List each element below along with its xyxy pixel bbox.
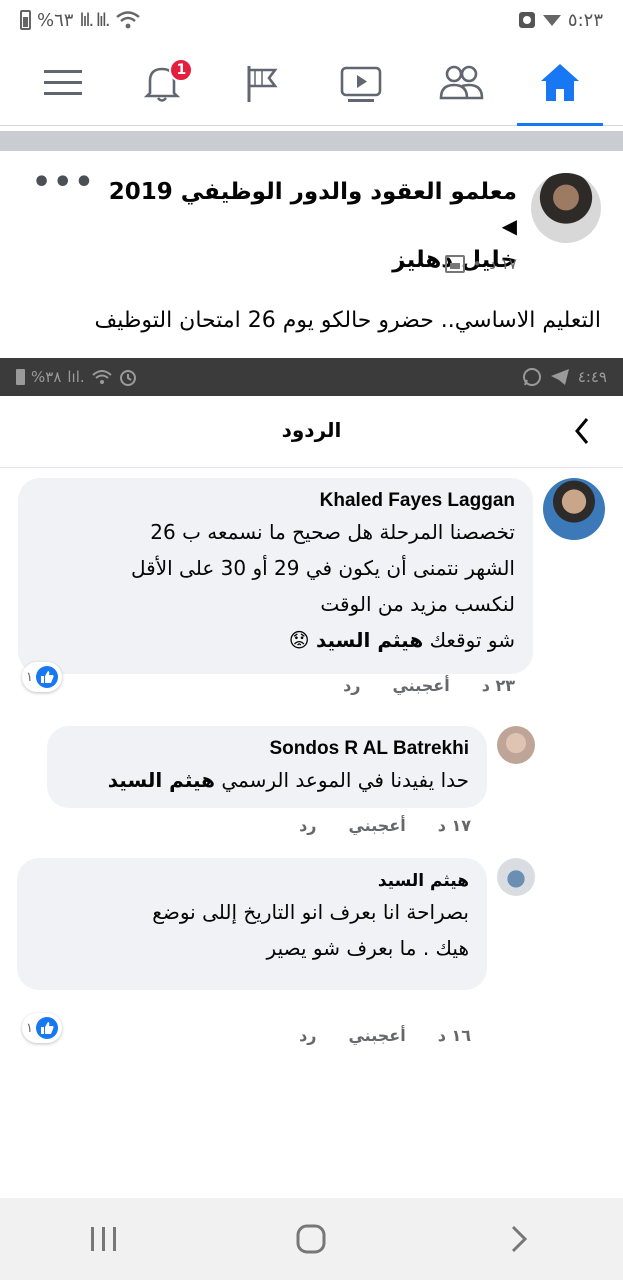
comment-bubble: Khaled Fayes Laggan تخصصنا المرحلة هل صح… [18, 478, 533, 674]
comment-line: لنكسب مزيد من الوقت [320, 592, 515, 616]
back-button[interactable] [569, 416, 599, 446]
commenter-avatar[interactable] [497, 726, 535, 764]
comment-bubble: هيثم السيد بصراحة انا بعرف انو التاريخ إ… [17, 858, 487, 990]
flag-icon [247, 65, 278, 102]
signal-icon: lıl. lıl. [79, 9, 110, 31]
post-meta: ١٧ د • [444, 255, 517, 273]
status-left: %٦٣ lıl. lıl. [20, 10, 141, 31]
embedded-signal-icon: lıl. [67, 368, 85, 386]
comment-actions: ١٧ د أعجبني رد [299, 816, 471, 835]
embedded-wifi-icon [92, 370, 112, 384]
reaction-count[interactable]: ١ [22, 662, 62, 692]
embedded-battery-icon [16, 369, 25, 385]
reaction-count[interactable]: ١ [22, 1013, 62, 1043]
embedded-battery-level: %٣٨ [31, 368, 62, 386]
clock: ٥:٢٣ [567, 9, 603, 31]
post-time[interactable]: ١٧ د [489, 255, 517, 273]
watch-icon [340, 66, 382, 102]
status-bar: %٦٣ lıl. lıl. ٥:٢٣ [0, 0, 623, 40]
comment-author[interactable]: Sondos R AL Batrekhi [65, 736, 469, 762]
menu-tab[interactable] [20, 40, 106, 126]
comment-line: شو توقعك هيثم السيد 😟 [36, 622, 515, 658]
home-tab[interactable] [516, 40, 603, 126]
like-button[interactable]: أعجبني [348, 1026, 405, 1045]
thumbs-up-icon [35, 666, 58, 688]
back-nav-button[interactable] [479, 1209, 559, 1269]
pages-tab[interactable] [219, 40, 305, 126]
watch-tab[interactable] [318, 40, 404, 126]
battery-icon [20, 10, 31, 30]
recent-apps-button[interactable] [64, 1209, 144, 1269]
post-text: التعليم الاساسي.. حضرو حالكو يوم 26 امتح… [94, 308, 601, 333]
whatsapp-icon [522, 368, 541, 386]
reply-button[interactable]: رد [299, 816, 316, 835]
embedded-clock: ٤:٤٩ [577, 368, 607, 386]
comment-line: الشهر نتمنى أن يكون في 29 أو 30 على الأق… [131, 556, 515, 580]
android-navigation-bar [0, 1198, 623, 1280]
status-right: ٥:٢٣ [518, 10, 603, 31]
replies-panel: الردود Khaled Fayes Laggan تخصصنا المرحل… [0, 396, 623, 1198]
thumbs-up-icon [35, 1017, 58, 1039]
battery-level: %٦٣ [37, 9, 74, 31]
reply-button[interactable]: رد [299, 1026, 316, 1045]
commenter-avatar[interactable] [497, 858, 535, 896]
like-button[interactable]: أعجبني [348, 816, 405, 835]
group-name[interactable]: معلمو العقود والدور الوظيفي 2019 [109, 179, 517, 205]
reaction-number: ١ [26, 1020, 33, 1036]
comment-actions: ٢٣ د أعجبني رد [343, 676, 515, 695]
worried-face-emoji: 😟 [288, 628, 310, 652]
comment-actions: ١٦ د أعجبني رد [299, 1026, 471, 1045]
reaction-number: ١ [26, 669, 33, 685]
comment-time: ١٧ د [437, 816, 471, 835]
comment-line: هيك . ما بعرف شو يصير [266, 936, 469, 960]
group-privacy-icon [444, 255, 465, 273]
embedded-status-bar: %٣٨ lıl. ٤:٤٩ [0, 358, 623, 396]
mention-link[interactable]: هيثم السيد [316, 628, 423, 652]
groups-icon [439, 65, 483, 99]
comment-line: تخصصنا المرحلة هل صحيح ما نسمعه ب 26 [150, 520, 515, 544]
comment-line: حدا يفيدنا في الموعد الرسمي هيثم السيد [65, 762, 469, 798]
embedded-screenshot: %٣٨ lıl. ٤:٤٩ الردود Khaled Fayes Laggan… [0, 358, 623, 1198]
comment-time: ١٦ د [437, 1026, 471, 1045]
notifications-tab[interactable]: 1 [119, 40, 205, 126]
chevron-right-icon [512, 1225, 528, 1253]
wifi-icon [115, 11, 140, 29]
comment-text: شو توقعك [429, 628, 515, 652]
feed-separator [0, 131, 623, 151]
post-header: معلمو العقود والدور الوظيفي 2019 ◀ خليل … [0, 165, 623, 285]
comment-author[interactable]: Khaled Fayes Laggan [36, 488, 515, 514]
more-options-icon[interactable]: ••• [32, 165, 96, 200]
comment-time: ٢٣ د [481, 676, 515, 695]
home-button[interactable] [271, 1209, 351, 1269]
home-icon [540, 63, 579, 101]
embedded-alarm-icon [119, 370, 136, 386]
mention-link[interactable]: هيثم السيد [108, 768, 215, 792]
dropdown-icon [542, 15, 561, 26]
dot-separator: • [472, 255, 482, 273]
groups-tab[interactable] [418, 40, 504, 126]
home-circle-icon [296, 1224, 326, 1254]
telegram-icon [550, 369, 569, 385]
alarm-icon [518, 12, 535, 28]
commenter-avatar[interactable] [543, 478, 605, 540]
facebook-nav-bar: 1 [0, 40, 623, 126]
replies-title: الردود [281, 418, 342, 442]
notification-badge: 1 [169, 57, 194, 82]
embedded-status-left: %٣٨ lıl. [16, 368, 137, 386]
chevron-right-icon [575, 418, 589, 444]
comment-author[interactable]: هيثم السيد [35, 868, 469, 894]
comment-text: حدا يفيدنا في الموعد الرسمي [221, 768, 469, 792]
menu-icon [44, 69, 82, 95]
comment-bubble: Sondos R AL Batrekhi حدا يفيدنا في الموع… [47, 726, 487, 808]
triangle-icon: ◀ [501, 214, 517, 238]
comment-line: بصراحة انا بعرف انو التاريخ إللى نوضع [152, 900, 469, 924]
author-avatar[interactable] [531, 173, 601, 243]
replies-header: الردود [0, 396, 623, 468]
embedded-status-right: ٤:٤٩ [522, 367, 607, 387]
recent-apps-icon [90, 1227, 116, 1251]
reply-button[interactable]: رد [343, 676, 360, 695]
like-button[interactable]: أعجبني [392, 676, 449, 695]
